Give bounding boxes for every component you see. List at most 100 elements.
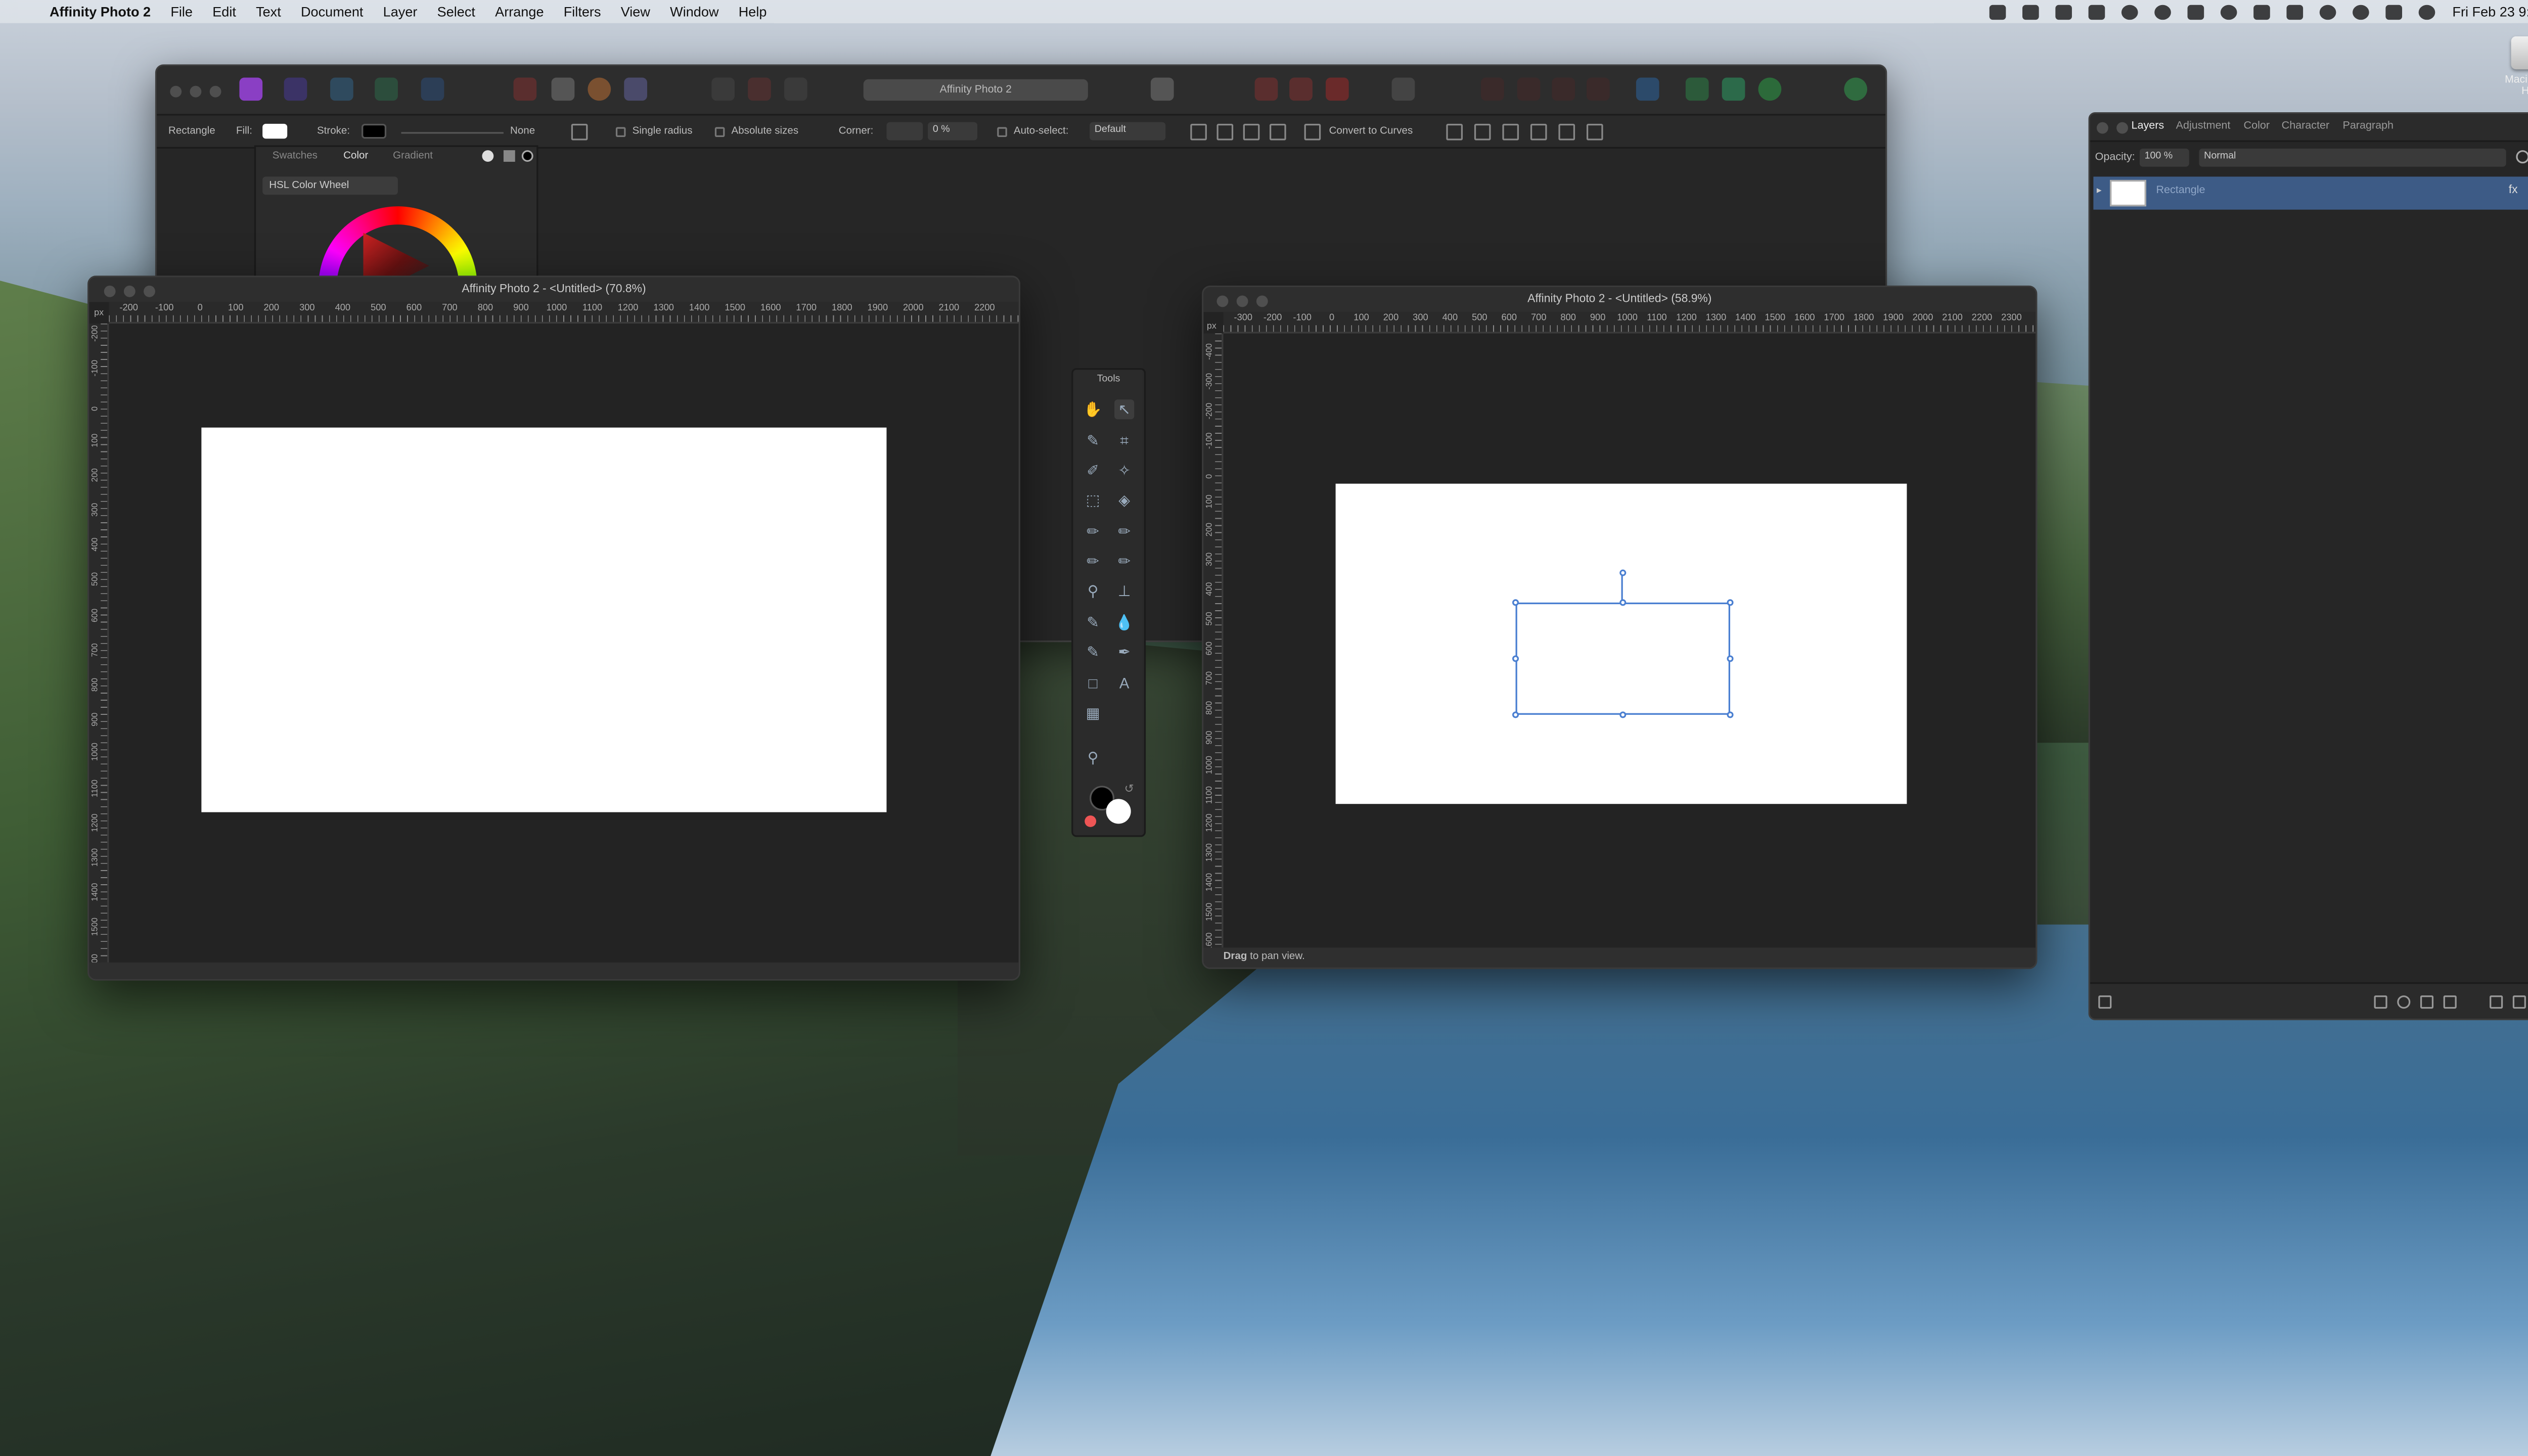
tone-mapping-persona-icon[interactable] <box>375 77 398 101</box>
right-zoom-button[interactable] <box>1256 295 1268 307</box>
tab-swatches[interactable]: Swatches <box>273 150 318 162</box>
convert-curves-icon[interactable] <box>1304 123 1321 141</box>
liquify-persona-icon[interactable] <box>284 77 307 101</box>
align-icon[interactable] <box>1636 77 1659 101</box>
layer-expand-icon[interactable]: ▸ <box>2097 185 2102 197</box>
auto-select-checkbox[interactable] <box>997 127 1007 138</box>
boolean-add-icon[interactable] <box>1480 77 1504 101</box>
blend-mode-dropdown[interactable]: Normal <box>2199 148 2506 167</box>
text-tool-icon[interactable]: A <box>1114 673 1134 693</box>
align-bottom-icon[interactable] <box>1586 123 1603 141</box>
play-icon[interactable] <box>2221 4 2238 19</box>
left-zoom-button[interactable] <box>144 285 155 297</box>
add-group-icon[interactable] <box>2490 995 2503 1009</box>
display-icon[interactable] <box>2287 4 2304 19</box>
boolean-xor-icon[interactable] <box>1586 77 1610 101</box>
deselect-icon[interactable] <box>748 77 771 101</box>
status-circle-icon[interactable] <box>2122 4 2139 19</box>
stroke-swatch[interactable] <box>362 123 387 139</box>
rectangle-selection[interactable] <box>1515 602 1731 715</box>
tab-color[interactable]: Color <box>343 150 368 162</box>
corner-value-field[interactable]: 0 % <box>928 122 978 141</box>
boolean-subtract-icon[interactable] <box>1517 77 1541 101</box>
add-mask-icon[interactable] <box>2374 995 2387 1009</box>
left-vertical-ruler[interactable]: -200 -100 0 100 200 300 400 500 600 700 800 900 1000… <box>89 323 109 963</box>
layer-options-icon[interactable] <box>2098 995 2112 1009</box>
add-pixel-layer-icon[interactable] <box>2512 995 2526 1009</box>
color-model-dropdown[interactable]: HSL Color Wheel <box>262 176 398 195</box>
tab-paragraph[interactable]: Paragraph <box>2342 120 2394 132</box>
opacity-field[interactable]: 100 % <box>2139 148 2189 167</box>
auto-levels-icon[interactable] <box>551 77 575 101</box>
align-middle-icon[interactable] <box>1558 123 1575 141</box>
menu-select[interactable]: Select <box>437 4 475 20</box>
clone-brush-icon[interactable]: ✏ <box>1114 552 1134 571</box>
menu-edit[interactable]: Edit <box>212 4 236 20</box>
hand-tool-icon[interactable]: ✋ <box>1083 399 1103 419</box>
menu-arrange[interactable]: Arrange <box>495 4 544 20</box>
right-close-button[interactable] <box>1216 295 1229 307</box>
resize-handle-b[interactable] <box>1619 711 1627 718</box>
crop-icon[interactable] <box>1254 77 1278 101</box>
straighten-icon[interactable] <box>1289 77 1313 101</box>
right-vertical-ruler[interactable]: -400 -300 -200 -100 0 100 200 300 400 500 600 700 80… <box>1203 333 1224 948</box>
panel-collapse-button[interactable] <box>2116 122 2128 134</box>
resize-handle-l[interactable] <box>1512 655 1519 662</box>
transform-center-icon[interactable] <box>1243 123 1260 141</box>
menu-text[interactable]: Text <box>256 4 281 20</box>
no-color-icon[interactable] <box>1085 815 1097 827</box>
select-all-icon[interactable] <box>711 77 735 101</box>
stamp-tool-icon[interactable]: ⊥ <box>1114 581 1134 601</box>
account-icon[interactable] <box>1844 77 1868 101</box>
align-right-icon[interactable] <box>1502 123 1519 141</box>
time-machine-icon[interactable] <box>2353 4 2370 19</box>
resize-handle-r[interactable] <box>1727 655 1734 662</box>
dodge-brush-icon[interactable]: ✏ <box>1083 552 1103 571</box>
blur-brush-icon[interactable]: 💧 <box>1114 612 1134 632</box>
corner-type-dropdown[interactable] <box>886 122 923 141</box>
convert-to-curves-button[interactable]: Convert to Curves <box>1329 122 1413 142</box>
left-close-button[interactable] <box>104 285 116 297</box>
healing-brush-icon[interactable]: ✎ <box>1083 642 1103 662</box>
pen-tool-icon[interactable]: ✒ <box>1114 642 1134 662</box>
layer-row-rectangle[interactable]: ▸ Rectangle fx <box>2093 176 2528 210</box>
volume-icon[interactable] <box>2254 4 2271 19</box>
zoom-blur-icon[interactable]: ⚲ <box>1083 581 1103 601</box>
align-center-icon[interactable] <box>1474 123 1491 141</box>
siri-icon[interactable] <box>2419 4 2436 19</box>
crop-tool-icon[interactable]: ⌗ <box>1114 431 1134 450</box>
invert-selection-icon[interactable] <box>784 77 807 101</box>
add-adjustment-icon[interactable] <box>2397 995 2411 1009</box>
transform-grid-icon[interactable] <box>1270 123 1286 141</box>
store-icon[interactable] <box>1758 77 1782 101</box>
minimize-window-button[interactable] <box>190 85 202 98</box>
resize-handle-bl[interactable] <box>1512 711 1519 718</box>
settings-icon[interactable] <box>571 123 588 141</box>
studio-link-icon[interactable] <box>1685 77 1709 101</box>
erase-brush-icon[interactable]: ✏ <box>1114 522 1134 541</box>
left-horizontal-ruler[interactable]: -200 -100 0 100 200 300 400 500 600 700 800 900 1000… <box>109 302 1019 324</box>
move-tool-icon[interactable]: ↖ <box>1114 399 1135 420</box>
auto-select-dropdown[interactable]: Default <box>1090 122 1166 141</box>
boolean-intersect-icon[interactable] <box>1552 77 1575 101</box>
menu-view[interactable]: View <box>621 4 650 20</box>
transform-origin-icon[interactable] <box>1190 123 1207 141</box>
zoom-tool-icon[interactable]: ⚲ <box>1083 748 1103 767</box>
selection-brush-icon[interactable]: ✐ <box>1083 461 1103 480</box>
right-minimize-button[interactable] <box>1236 295 1248 307</box>
smudge-brush-icon[interactable]: ✎ <box>1083 612 1103 632</box>
assistant-icon[interactable] <box>1391 77 1415 101</box>
export-persona-icon[interactable] <box>421 77 444 101</box>
transform-fit-icon[interactable] <box>1216 123 1234 141</box>
layer-fx-icon[interactable]: fx <box>2509 185 2518 197</box>
app-menu[interactable]: Affinity Photo 2 <box>50 4 151 20</box>
rectangle-tool-icon[interactable]: □ <box>1083 673 1103 693</box>
rotation-handle[interactable] <box>1619 569 1627 576</box>
tool-grid-icon[interactable] <box>513 77 537 101</box>
align-left-icon[interactable] <box>1446 123 1463 141</box>
tab-layers[interactable]: Layers <box>2132 120 2164 132</box>
paint-brush-icon[interactable]: ✏ <box>1083 522 1103 541</box>
tab-color-panel[interactable]: Color <box>2244 120 2270 132</box>
color-picker-icon[interactable] <box>503 150 515 162</box>
marquee-tool-icon[interactable]: ⬚ <box>1083 490 1103 510</box>
